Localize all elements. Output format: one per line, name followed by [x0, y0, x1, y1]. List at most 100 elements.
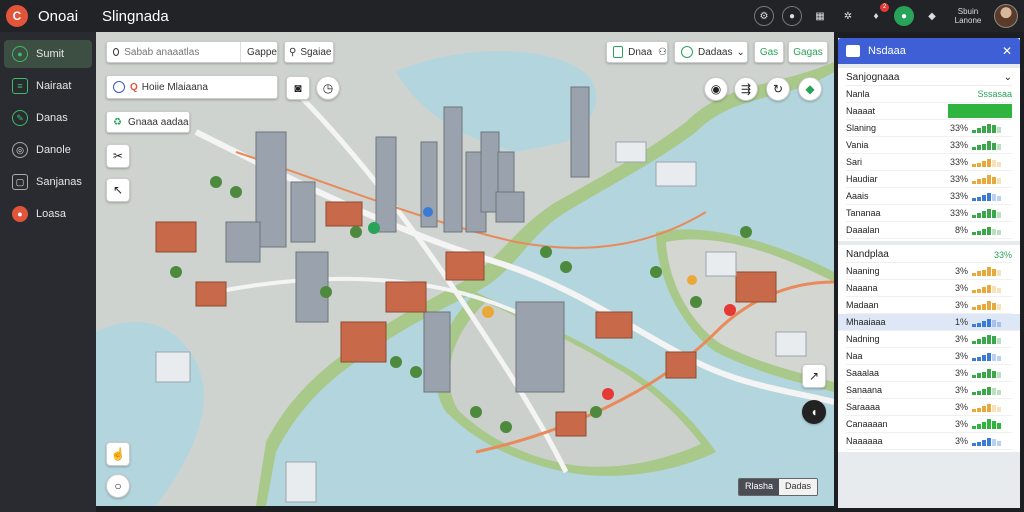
view-toggle-option[interactable]: Dadas [779, 479, 818, 495]
gear-icon[interactable]: ⚙ [754, 6, 774, 26]
route-icon[interactable]: ⇶ [734, 77, 758, 101]
bar-chart-icon [972, 266, 1012, 276]
camera-icon[interactable]: ◙ [286, 76, 310, 100]
circle-icon[interactable]: ○ [106, 474, 130, 498]
filter-dadaas[interactable]: Dadaas ⌄ [674, 41, 748, 63]
bar-segment [987, 193, 991, 201]
section-title-row[interactable]: Sanjognaaa ⌄ [846, 70, 1012, 86]
bar-chart-icon [972, 317, 1012, 327]
sidebar-item-danas[interactable]: ✎ Danas [4, 104, 92, 132]
list-item[interactable]: Daaalan 8% [846, 222, 1012, 239]
list-item[interactable]: Vania 33% [846, 137, 1012, 154]
bar-segment [987, 285, 991, 293]
search-input[interactable] [124, 46, 235, 58]
bar-segment [987, 404, 991, 412]
bar-segment [997, 196, 1001, 201]
sidebar-item-label: Danole [36, 144, 71, 156]
bar-segment [982, 304, 986, 310]
profile-circle-icon[interactable]: ● [782, 6, 802, 26]
pointer-icon[interactable]: ↖ [106, 178, 130, 202]
list-item[interactable]: Saaalaa 3% [846, 365, 1012, 382]
search-button[interactable]: Gappe [247, 47, 277, 58]
filter-gas[interactable]: Gas [754, 41, 784, 63]
bar-segment [992, 210, 996, 218]
list-item[interactable]: Canaaaan 3% [846, 416, 1012, 433]
calendar-icon [613, 46, 624, 58]
tool-icon[interactable]: ✂ [106, 144, 130, 168]
filter-gagas[interactable]: Gagas [788, 41, 828, 63]
user-info[interactable]: Sbuin Lanone [950, 7, 986, 25]
list-item[interactable]: Haudiar 33% [846, 171, 1012, 188]
row-label: Madaan [846, 300, 879, 310]
bar-segment [997, 178, 1001, 184]
bar-segment [992, 303, 996, 310]
row-value: 33% [949, 123, 968, 133]
list-item[interactable]: Sari 33% [846, 154, 1012, 171]
list-item[interactable]: Naaana 3% [846, 280, 1012, 297]
chat-bubble-icon[interactable]: ◖ [802, 400, 826, 424]
place-marker-icon: Q [130, 81, 138, 93]
list-item[interactable]: Madaan 3% [846, 297, 1012, 314]
list-item[interactable]: Mhaaiaaa 1% [838, 314, 1020, 331]
filter-dnaa[interactable]: Dnaa ⚇ [606, 41, 668, 63]
row-value: 3% [954, 334, 968, 344]
row-value: 3% [954, 300, 968, 310]
folder-icon [846, 45, 860, 57]
list-item[interactable]: Sanaana 3% [846, 382, 1012, 399]
bar-segment [987, 227, 991, 235]
sidebar-item-sanjanas[interactable]: ▢ Sanjanas [4, 168, 92, 196]
list-item[interactable]: Aaais 33% [846, 188, 1012, 205]
sidebar-item-sumit[interactable]: ● Sumit [4, 40, 92, 68]
list-item[interactable]: Slaning 33% [846, 120, 1012, 137]
sidebar-item-danole[interactable]: ◎ Danole [4, 136, 92, 164]
bar-segment [997, 270, 1001, 276]
navigate-icon[interactable]: ↗ [802, 364, 826, 388]
chat-icon[interactable]: ◆ [922, 6, 942, 26]
bell-icon[interactable]: ♦ 2 [866, 3, 889, 26]
layers-icon[interactable]: ◆ [798, 77, 822, 101]
refresh-icon[interactable]: ◉ [704, 77, 728, 101]
list-item[interactable]: Saraaaa 3% [846, 399, 1012, 416]
row-value: 33% [949, 174, 968, 184]
close-icon[interactable]: ✕ [1002, 44, 1012, 58]
sidebar-item-label: Nairaat [36, 80, 72, 92]
list-item[interactable]: Naaaaaa 3% [846, 433, 1012, 450]
bar-segment [987, 175, 991, 184]
row-value: 3% [954, 419, 968, 429]
map-canvas[interactable]: Gappe ⚲ Sgaiae Q Hoiie Mlaiaana ◙ ◷ ♻ Gn… [96, 32, 834, 506]
list-item[interactable]: Nadning 3% [846, 331, 1012, 348]
layer-selector[interactable]: ♻ Gnaaa aadaa [106, 111, 190, 133]
recycle-icon: ♻ [113, 116, 122, 128]
bar-chart-icon [972, 436, 1012, 446]
sidebar-item-nairaat[interactable]: ≡ Nairaat [4, 72, 92, 100]
bar-segment [992, 160, 996, 167]
bar-segment [977, 391, 981, 395]
list-item[interactable]: Naa 3% [846, 348, 1012, 365]
section-title: Sanjognaaa [846, 72, 900, 83]
status-icon[interactable]: ● [894, 6, 914, 26]
grid-icon[interactable]: ▦ [810, 6, 830, 26]
summary-bar [948, 104, 1012, 118]
place-card[interactable]: Q Hoiie Mlaiaana [106, 75, 278, 99]
timer-icon[interactable]: ◷ [316, 76, 340, 100]
hand-icon[interactable]: ☝ [106, 442, 130, 466]
section2-title-row[interactable]: Nandplaa 33% [846, 247, 1012, 263]
bar-segment [977, 163, 981, 167]
row-label: Sari [846, 157, 863, 167]
bar-segment [997, 423, 1001, 429]
list-item[interactable]: Naaning 3% [846, 263, 1012, 280]
view-toggle-option[interactable]: Rlasha [739, 479, 780, 495]
bar-segment [982, 372, 986, 378]
bar-segment [982, 422, 986, 429]
avatar[interactable] [994, 4, 1018, 28]
bar-segment [982, 161, 986, 167]
settings-icon[interactable]: ✲ [838, 6, 858, 26]
filter-gagas-label: Gagas [793, 46, 823, 58]
secondary-search[interactable]: ⚲ Sgaiae [284, 41, 334, 63]
app-logo-icon[interactable]: C [6, 5, 28, 27]
rotate-icon[interactable]: ↻ [766, 77, 790, 101]
list-item[interactable]: Tananaa 33% [846, 205, 1012, 222]
sidebar-item-loasa[interactable]: ● Loasa [4, 200, 92, 228]
bar-chart-icon [972, 225, 1012, 235]
bar-segment [972, 341, 976, 344]
